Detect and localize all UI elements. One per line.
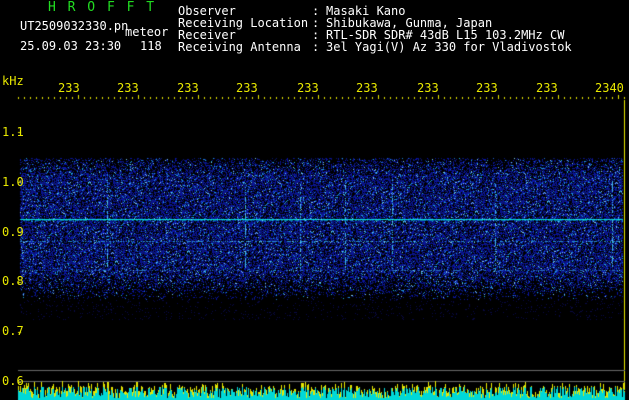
app-title: H R O F F T	[48, 0, 157, 15]
time-tick: 233	[236, 81, 258, 95]
freq-unit-label: kHz	[2, 74, 24, 88]
freq-tick: 0.9	[2, 225, 24, 239]
info-row-antenna: Receiving Antenna: 3el Yagi(V) Az 330 fo…	[178, 41, 572, 53]
time-tick: 233	[417, 81, 439, 95]
detection-count: 118	[140, 39, 162, 53]
time-tick: 233	[177, 81, 199, 95]
info-value: 3el Yagi(V) Az 330 for Vladivostok	[326, 40, 572, 54]
freq-tick: 1.1	[2, 125, 24, 139]
time-tick: 233	[536, 81, 558, 95]
date-time: 25.09.03 23:30	[20, 39, 122, 53]
time-tick: 233	[297, 81, 319, 95]
station-info: Observer: Masaki Kano Receiving Location…	[178, 5, 572, 53]
mode-label: meteor	[125, 25, 169, 39]
freq-tick: 1.0	[2, 175, 24, 189]
freq-tick: 0.7	[2, 324, 24, 338]
time-tick: 233	[117, 81, 139, 95]
spectrogram	[0, 0, 629, 400]
time-tick: 2340	[595, 81, 624, 95]
freq-tick: 0.8	[2, 274, 24, 288]
file-name: UT2509032330.pn	[20, 19, 129, 33]
time-tick: 233	[58, 81, 80, 95]
time-tick: 233	[356, 81, 378, 95]
info-separator: :	[312, 40, 327, 54]
freq-tick: 0.6	[2, 374, 24, 388]
info-key: Receiving Antenna	[178, 40, 301, 54]
time-tick: 233	[476, 81, 498, 95]
